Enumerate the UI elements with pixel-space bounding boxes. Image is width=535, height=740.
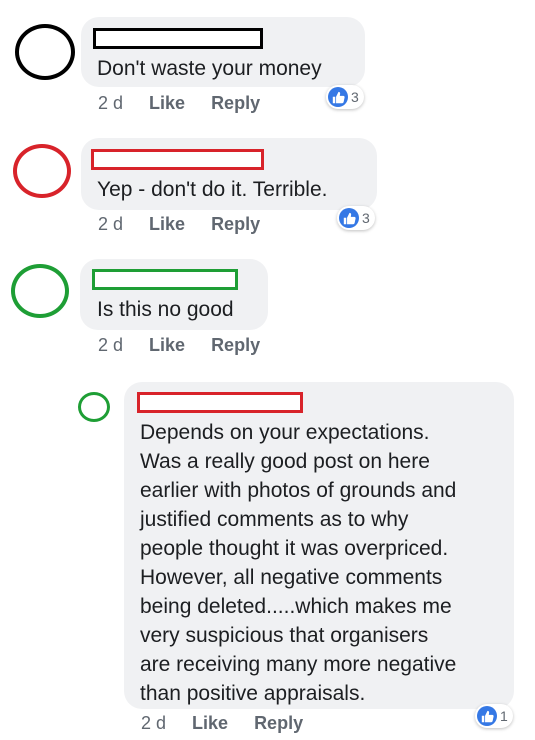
thumbs-up-icon [339,208,359,228]
redacted-author-name[interactable] [92,269,238,290]
reply-line: earlier with photos of grounds and [140,479,457,502]
comment-text: Don't waste your money [97,57,322,80]
reply-line: people thought it was overpriced. [140,537,449,560]
reply-actions: 2 d Like Reply [141,713,303,734]
like-link[interactable]: Like [192,713,228,734]
like-link[interactable]: Like [149,93,185,114]
reply-link[interactable]: Reply [211,93,260,114]
redacted-author-name[interactable] [93,28,263,49]
thumbs-up-icon [477,706,497,726]
reaction-count: 3 [351,89,359,105]
comment-actions: 2 d Like Reply [98,335,260,356]
comment-text: Yep - don't do it. Terrible. [97,178,328,201]
reply-line: being deleted.....which makes me [140,595,452,618]
reaction-count-badge[interactable]: 1 [475,704,513,728]
reaction-count: 3 [362,210,370,226]
reply-text: Depends on your expectations. Was a real… [140,418,456,708]
avatar[interactable] [15,24,75,80]
avatar[interactable] [78,392,110,422]
like-link[interactable]: Like [149,214,185,235]
avatar[interactable] [11,264,69,318]
comment-text: Is this no good [97,298,234,321]
reply-line: Depends on your expectations. [140,421,430,444]
reply-line: justified comments as to why [140,508,409,531]
comment-timestamp: 2 d [141,713,167,733]
reply-line: Was a really good post on here [140,450,430,473]
comment-timestamp: 2 d [98,93,124,113]
reaction-count-badge[interactable]: 3 [337,206,375,230]
reply-line: than positive appraisals. [140,682,366,705]
reply-link[interactable]: Reply [211,335,260,356]
thumbs-up-icon [328,87,348,107]
reply-line: very suspicious that organisers [140,624,429,647]
reaction-count-badge[interactable]: 3 [326,85,364,109]
redacted-author-name[interactable] [137,392,303,413]
reaction-count: 1 [500,708,508,724]
comment-timestamp: 2 d [98,335,124,355]
comment-actions: 2 d Like Reply [98,93,260,114]
reply-link[interactable]: Reply [254,713,303,734]
comment-actions: 2 d Like Reply [98,214,260,235]
reply-line: are receiving many more negative [140,653,457,676]
redacted-author-name[interactable] [91,149,264,170]
comment-timestamp: 2 d [98,214,124,234]
reply-line: However, all negative comments [140,566,443,589]
reply-link[interactable]: Reply [211,214,260,235]
like-link[interactable]: Like [149,335,185,356]
avatar[interactable] [13,144,71,198]
